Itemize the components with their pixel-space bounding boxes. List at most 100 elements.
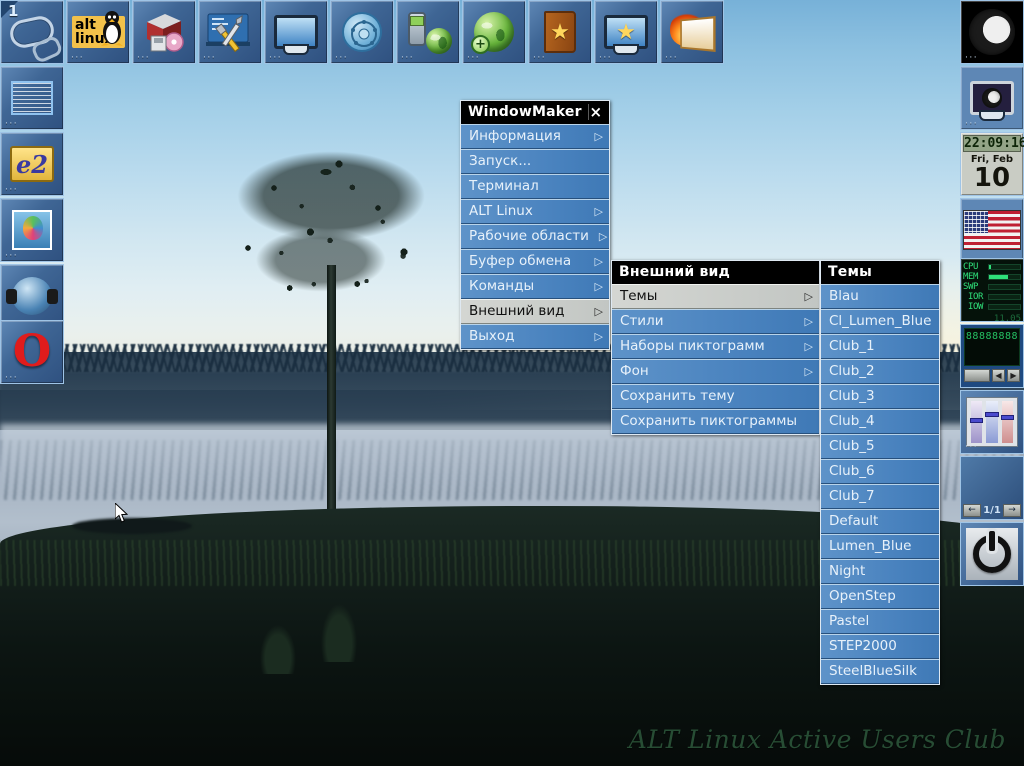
power-button-dockapp[interactable] bbox=[960, 522, 1024, 586]
theme-steelbluesilk[interactable]: SteelBlueSilk bbox=[821, 659, 939, 684]
pine-crown bbox=[196, 128, 456, 328]
workspace-pager[interactable]: ← 1/1 → bbox=[960, 456, 1024, 520]
root-menu-title: WindowMaker bbox=[468, 104, 582, 120]
us-flag-icon bbox=[963, 210, 1021, 250]
theme-club-3[interactable]: Club_3 bbox=[821, 384, 939, 409]
mixer-dockapp[interactable]: ··· bbox=[960, 390, 1024, 454]
theme-club-6[interactable]: Club_6 bbox=[821, 459, 939, 484]
menu-item-background[interactable]: Фон ▷ bbox=[612, 359, 819, 384]
burner-dockapp[interactable]: ··· bbox=[660, 0, 724, 64]
menu-item-label: Темы bbox=[620, 288, 658, 304]
pager-prev-button[interactable]: ← bbox=[963, 504, 981, 517]
desktop-screen: ALT Linux Active Users Club 1 alt linux bbox=[0, 0, 1024, 766]
theme-step2000[interactable]: STEP2000 bbox=[821, 634, 939, 659]
display-dockapp[interactable]: ··· bbox=[264, 0, 328, 64]
theme-club-5[interactable]: Club_5 bbox=[821, 434, 939, 459]
mixer-slider-1[interactable] bbox=[970, 401, 984, 443]
chevron-right-icon: ▷ bbox=[804, 364, 813, 378]
theme-club-4[interactable]: Club_4 bbox=[821, 409, 939, 434]
menu-item-label: Команды bbox=[469, 278, 535, 294]
imageviewer-dockapp[interactable]: ··· bbox=[0, 198, 64, 262]
menu-item-label: Cl_Lumen_Blue bbox=[829, 313, 932, 329]
mouse-cursor bbox=[115, 503, 129, 523]
themes-menu-title: Темы bbox=[828, 264, 872, 280]
theme-lumen-blue[interactable]: Lumen_Blue bbox=[821, 534, 939, 559]
alt-linux-dockapp[interactable]: alt linux ··· bbox=[66, 0, 130, 64]
menu-item-terminal[interactable]: Терминал bbox=[461, 174, 609, 199]
docs-dockapp[interactable]: ★ ··· bbox=[528, 0, 592, 64]
chevron-right-icon: ▷ bbox=[594, 304, 603, 318]
led-display-dockapp[interactable]: 88888888 ◀ ▶ bbox=[960, 324, 1024, 388]
theme-default[interactable]: Default bbox=[821, 509, 939, 534]
menu-item-save-icons[interactable]: Сохранить пиктограммы bbox=[612, 409, 819, 434]
menu-item-label: Blau bbox=[829, 288, 859, 304]
moon-phase-dockapp[interactable]: ··· bbox=[960, 0, 1024, 64]
dock-dots: ··· bbox=[269, 53, 283, 63]
menu-item-clipboard[interactable]: Буфер обмена ▷ bbox=[461, 249, 609, 274]
menu-item-label: Club_5 bbox=[829, 438, 875, 454]
phone-dockapp[interactable]: ··· bbox=[330, 0, 394, 64]
root-menu-titlebar: WindowMaker × bbox=[461, 101, 609, 124]
menu-item-label: Фон bbox=[620, 363, 649, 379]
clock-dockapp[interactable]: 22:09:16 Fri, Feb 10 bbox=[960, 132, 1024, 196]
menu-item-commands[interactable]: Команды ▷ bbox=[461, 274, 609, 299]
menu-item-icon-sets[interactable]: Наборы пиктограмм ▷ bbox=[612, 334, 819, 359]
menu-item-styles[interactable]: Стили ▷ bbox=[612, 309, 819, 334]
theme-night[interactable]: Night bbox=[821, 559, 939, 584]
keyboard-layout-dockapp[interactable] bbox=[960, 198, 1024, 262]
network-dockapp[interactable]: + ··· bbox=[462, 0, 526, 64]
dock-dots: ··· bbox=[5, 373, 19, 383]
menu-item-label: Сохранить пиктограммы bbox=[620, 413, 798, 429]
theme-openstep[interactable]: OpenStep bbox=[821, 584, 939, 609]
theme-club-2[interactable]: Club_2 bbox=[821, 359, 939, 384]
menu-item-label: Night bbox=[829, 563, 866, 579]
close-icon[interactable]: × bbox=[587, 104, 603, 120]
pager-controls: ← 1/1 → bbox=[961, 502, 1023, 519]
menu-item-workspaces[interactable]: Рабочие области ▷ bbox=[461, 224, 609, 249]
menu-item-label: Club_3 bbox=[829, 388, 875, 404]
menu-item-exit[interactable]: Выход ▷ bbox=[461, 324, 609, 349]
led-button-main[interactable] bbox=[964, 369, 990, 382]
clip-dockapp[interactable]: 1 bbox=[0, 0, 64, 64]
screensaver-dockapp[interactable]: ··· bbox=[960, 66, 1024, 130]
theme-blau[interactable]: Blau bbox=[821, 284, 939, 309]
e2-dockapp[interactable]: e2 ··· bbox=[0, 132, 64, 196]
sysmon-label-swp: SWP bbox=[963, 281, 979, 292]
theme-club-7[interactable]: Club_7 bbox=[821, 484, 939, 509]
menu-item-alt-linux[interactable]: ALT Linux ▷ bbox=[461, 199, 609, 224]
led-button-prev[interactable]: ◀ bbox=[992, 369, 1005, 382]
filemanager-dockapp[interactable]: ··· bbox=[0, 66, 64, 130]
dock-dots: ··· bbox=[965, 119, 979, 129]
chevron-right-icon: ▷ bbox=[594, 329, 603, 343]
chevron-right-icon: ▷ bbox=[594, 279, 603, 293]
theme-club-1[interactable]: Club_1 bbox=[821, 334, 939, 359]
theme-pastel[interactable]: Pastel bbox=[821, 609, 939, 634]
menu-item-label: Club_2 bbox=[829, 363, 875, 379]
desktop-dockapp[interactable]: ★ ··· bbox=[594, 0, 658, 64]
dock-dots: ··· bbox=[533, 53, 547, 63]
menu-item-appearance[interactable]: Внешний вид ▷ bbox=[461, 299, 609, 324]
theme-cl-lumen-blue[interactable]: Cl_Lumen_Blue bbox=[821, 309, 939, 334]
menu-item-label: Lumen_Blue bbox=[829, 538, 912, 554]
sysmon-row: IOW bbox=[963, 302, 1021, 312]
pager-next-button[interactable]: → bbox=[1003, 504, 1021, 517]
menu-item-themes[interactable]: Темы ▷ bbox=[612, 284, 819, 309]
system-monitor-dockapp[interactable]: CPU MEM SWP IOR IOW 11.05 bbox=[960, 258, 1024, 324]
menu-item-info[interactable]: Информация ▷ bbox=[461, 124, 609, 149]
mixer-slider-3[interactable] bbox=[1000, 401, 1014, 443]
settings-dockapp[interactable]: ··· bbox=[198, 0, 262, 64]
audio-dockapp[interactable]: ··· bbox=[0, 264, 64, 328]
menu-item-label: Информация bbox=[469, 128, 561, 144]
opera-dockapp[interactable]: O ··· bbox=[0, 320, 64, 384]
menu-item-run[interactable]: Запуск... bbox=[461, 149, 609, 174]
mixer-slider-2[interactable] bbox=[985, 401, 999, 443]
menu-item-save-theme[interactable]: Сохранить тему bbox=[612, 384, 819, 409]
clock-day: 10 bbox=[973, 163, 1011, 193]
mobile-dockapp[interactable]: ··· bbox=[396, 0, 460, 64]
dock-dots: ··· bbox=[599, 53, 613, 63]
software-dockapp[interactable]: ··· bbox=[132, 0, 196, 64]
foreground-bush-left bbox=[255, 596, 301, 674]
sysmon-bar-ior bbox=[988, 294, 1021, 300]
led-screen-value: 88888888 bbox=[964, 328, 1020, 366]
led-button-next[interactable]: ▶ bbox=[1007, 369, 1020, 382]
